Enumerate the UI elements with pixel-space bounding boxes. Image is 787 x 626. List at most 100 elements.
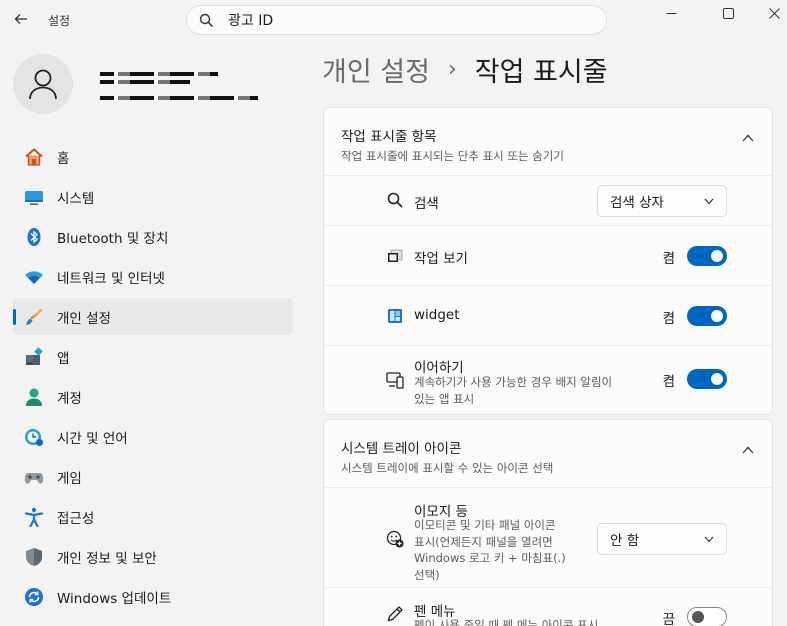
- back-button[interactable]: [10, 8, 32, 30]
- task-view-label: 작업 보기: [414, 251, 468, 267]
- sidebar-item-accounts[interactable]: 계정: [13, 378, 293, 415]
- dropdown-value: 검색 상자: [610, 195, 664, 211]
- search-icon: [199, 13, 214, 27]
- accessibility-icon: [23, 506, 45, 528]
- resume-description: 계속하기가 사용 가능한 경우 배지 알림이: [414, 375, 613, 389]
- pen-menu-row: 펜 메뉴 펜이 사용 중일 때 펜 메뉴 아이콘 표시 끔: [324, 588, 772, 626]
- search-box[interactable]: [186, 5, 607, 35]
- close-button[interactable]: [751, 0, 787, 26]
- sidebar-item-label: 개인 정보 및 보안: [57, 550, 157, 567]
- resume-state: 켬: [662, 374, 675, 390]
- sidebar-nav: 홈 시스템 Bluetooth 및 장치 네트워크 및 인터넷 개인 설정 앱 …: [13, 138, 293, 618]
- pen-menu-state: 끔: [662, 612, 675, 626]
- search-setting-row: 검색 검색 상자: [324, 176, 772, 226]
- wifi-icon: [23, 266, 45, 288]
- breadcrumb: 개인 설정 › 작업 표시줄: [322, 50, 608, 89]
- pen-icon: [385, 604, 405, 624]
- chevron-down-icon: [704, 198, 714, 205]
- maximize-button[interactable]: [705, 0, 751, 26]
- sidebar-item-bluetooth[interactable]: Bluetooth 및 장치: [13, 218, 293, 255]
- time-language-icon: [23, 426, 45, 448]
- resume-row: 이어하기 계속하기가 사용 가능한 경우 배지 알림이 있는 앱 표시 켬: [324, 346, 772, 414]
- title-bar: 설정: [0, 0, 787, 40]
- sidebar-item-time-language[interactable]: 시간 및 언어: [13, 418, 293, 455]
- sidebar-item-accessibility[interactable]: 접근성: [13, 498, 293, 535]
- widget-icon: [385, 306, 405, 326]
- page-title: 작업 표시줄: [474, 57, 608, 88]
- apps-icon: [23, 346, 45, 368]
- close-icon: [768, 7, 780, 19]
- sidebar-item-label: 개인 설정: [57, 310, 111, 327]
- sidebar-item-personalization[interactable]: 개인 설정: [13, 298, 293, 335]
- minimize-icon: [666, 12, 676, 14]
- brush-icon: [23, 306, 45, 328]
- sidebar-item-apps[interactable]: 앱: [13, 338, 293, 375]
- search-style-dropdown[interactable]: 검색 상자: [597, 185, 727, 217]
- resume-label: 이어하기: [414, 360, 464, 376]
- section-title: 작업 표시줄 항목: [341, 129, 437, 145]
- section-subtitle: 시스템 트레이에 표시할 수 있는 아이콘 선택: [341, 461, 554, 475]
- emoji-row: 이모지 등 이모티콘 및 기타 패널 아이콘 표시(언제든지 패널을 열려면 W…: [324, 488, 772, 588]
- chevron-down-icon: [704, 536, 714, 543]
- sidebar-item-label: 접근성: [57, 510, 95, 527]
- chevron-up-icon[interactable]: [742, 446, 754, 454]
- emoji-icon: [385, 529, 405, 549]
- sidebar-item-label: 네트워크 및 인터넷: [57, 270, 165, 287]
- user-icon: [29, 69, 57, 100]
- resume-toggle[interactable]: [687, 369, 727, 389]
- redacted-email: [100, 96, 258, 100]
- emoji-description-3: Windows 로고 키 + 마침표(.): [414, 551, 566, 565]
- sidebar-item-network[interactable]: 네트워크 및 인터넷: [13, 258, 293, 295]
- minimize-button[interactable]: [648, 0, 694, 26]
- emoji-visibility-dropdown[interactable]: 안 함: [597, 523, 727, 555]
- sidebar-item-label: 앱: [57, 350, 70, 367]
- system-icon: [23, 186, 45, 208]
- task-view-row: 작업 보기 켬: [324, 226, 772, 286]
- taskbar-items-header[interactable]: 작업 표시줄 항목 작업 표시줄에 표시되는 단추 표시 또는 숨기기: [324, 108, 772, 176]
- emoji-description-4: 선택): [414, 567, 440, 582]
- app-title: 설정: [48, 14, 71, 28]
- widget-state: 켬: [662, 311, 675, 327]
- sidebar-item-gaming[interactable]: 게임: [13, 458, 293, 495]
- redacted-name-2: [100, 80, 190, 84]
- task-view-state: 켬: [662, 251, 675, 267]
- sidebar-item-label: 게임: [57, 470, 82, 487]
- sidebar-item-privacy[interactable]: 개인 정보 및 보안: [13, 538, 293, 575]
- search-icon: [385, 190, 405, 210]
- bluetooth-icon: [23, 226, 45, 248]
- shield-icon: [23, 546, 45, 568]
- sidebar-item-windows-update[interactable]: Windows 업데이트: [13, 578, 293, 615]
- sidebar-item-label: Windows 업데이트: [57, 590, 172, 607]
- pen-menu-toggle[interactable]: [687, 607, 727, 626]
- account-icon: [23, 386, 45, 408]
- redacted-name: [100, 72, 218, 76]
- search-input[interactable]: [228, 12, 568, 28]
- emoji-description-2: 표시(언제든지 패널을 열려면: [414, 534, 553, 549]
- widget-row: widget 켬: [324, 286, 772, 346]
- breadcrumb-parent[interactable]: 개인 설정: [322, 50, 430, 89]
- sidebar-item-system[interactable]: 시스템: [13, 178, 293, 215]
- task-view-toggle[interactable]: [687, 246, 727, 266]
- section-subtitle: 작업 표시줄에 표시되는 단추 표시 또는 숨기기: [341, 149, 564, 163]
- sidebar-item-label: 계정: [57, 390, 82, 407]
- emoji-description: 이모티콘 및 기타 패널 아이콘: [414, 518, 556, 532]
- widget-toggle[interactable]: [687, 306, 727, 326]
- home-icon: [23, 146, 45, 168]
- breadcrumb-separator: ›: [447, 57, 457, 82]
- chevron-up-icon[interactable]: [742, 134, 754, 142]
- sidebar-item-label: Bluetooth 및 장치: [57, 230, 169, 247]
- taskbar-items-card: 작업 표시줄 항목 작업 표시줄에 표시되는 단추 표시 또는 숨기기 검색 검…: [323, 107, 773, 415]
- avatar[interactable]: [13, 54, 73, 114]
- system-tray-header[interactable]: 시스템 트레이 아이콘 시스템 트레이에 표시할 수 있는 아이콘 선택: [324, 420, 772, 488]
- back-arrow-icon: [14, 14, 27, 24]
- sidebar-item-label: 홈: [57, 150, 70, 167]
- task-view-icon: [385, 246, 405, 266]
- sidebar-item-home[interactable]: 홈: [13, 138, 293, 175]
- gaming-icon: [23, 466, 45, 488]
- resume-devices-icon: [385, 370, 405, 390]
- maximize-icon: [722, 7, 734, 19]
- section-title: 시스템 트레이 아이콘: [341, 441, 462, 457]
- search-setting-label: 검색: [414, 196, 439, 212]
- sidebar-item-label: 시스템: [57, 190, 95, 207]
- sidebar-item-label: 시간 및 언어: [57, 430, 128, 447]
